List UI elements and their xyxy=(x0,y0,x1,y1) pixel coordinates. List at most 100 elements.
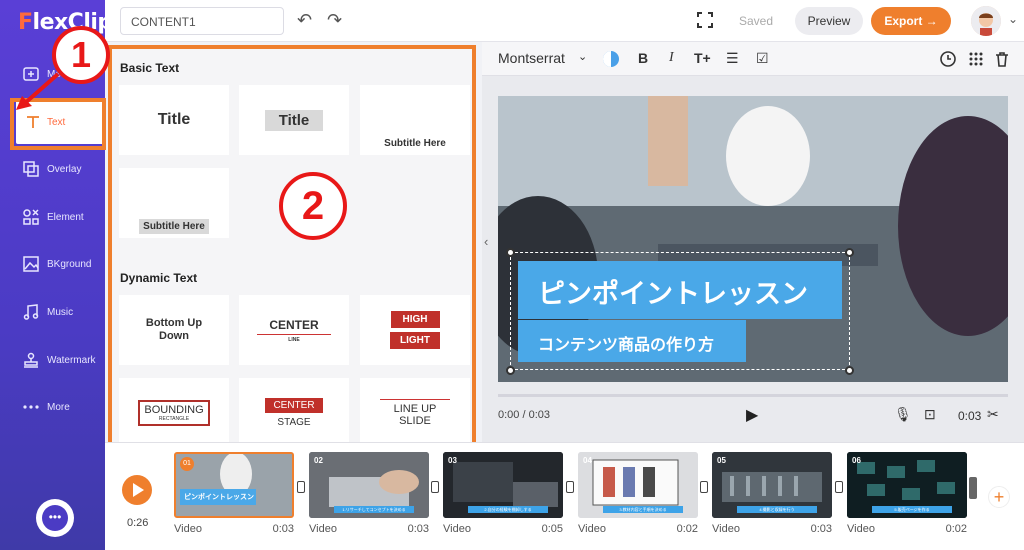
preview-button[interactable]: Preview xyxy=(795,7,863,35)
sidebar-item-label: More xyxy=(47,401,70,413)
template-label: Title xyxy=(264,109,324,131)
resize-handle[interactable] xyxy=(506,366,515,375)
clip-duration: 0:02 xyxy=(945,523,967,535)
clip-label: Video xyxy=(309,523,337,535)
template-label: BOUNDING xyxy=(144,404,204,416)
font-select[interactable]: Montserrat xyxy=(498,50,565,66)
text-template-line-up[interactable]: LINE UP SLIDE xyxy=(360,378,470,448)
text-template-center-line[interactable]: CENTER LINE xyxy=(239,295,349,365)
clip-number: 05 xyxy=(717,456,726,465)
text-template-bounding[interactable]: BOUNDING RECTANGLE xyxy=(119,378,229,448)
clip-info: Video 0:03 xyxy=(309,523,429,535)
divider xyxy=(257,333,331,335)
redo-icon[interactable]: ↷ xyxy=(327,10,342,31)
chat-button[interactable]: ••• xyxy=(36,499,74,537)
element-icon xyxy=(23,209,39,225)
timeline-clip-1[interactable]: 01 ピンポイントレッスン xyxy=(174,452,294,518)
format-toolbar: Montserrat ⌄ B I T+ ☰ ☑ xyxy=(482,42,1024,76)
text-template-title[interactable]: Title xyxy=(119,85,229,155)
text-template-subtitle-boxed[interactable]: Subtitle Here xyxy=(119,168,229,238)
color-icon[interactable] xyxy=(602,50,620,68)
timeline-clip-4[interactable]: 04 3.教材内容と手順を決める xyxy=(578,452,698,518)
sidebar-item-bkground[interactable]: BKground xyxy=(0,242,105,286)
timeline-clip-3[interactable]: 03 2.自分の経験を棚卸しする xyxy=(443,452,563,518)
bounding-box: BOUNDING RECTANGLE xyxy=(138,400,210,426)
template-label: CENTER xyxy=(269,317,319,332)
sidebar-item-watermark[interactable]: Watermark xyxy=(0,338,105,382)
scissors-icon[interactable]: ✂ xyxy=(987,406,999,423)
chevron-down-icon[interactable]: ⌄ xyxy=(1008,12,1018,26)
template-sublabel: LINE xyxy=(288,336,300,343)
clip-duration: 0:02 xyxy=(676,523,698,535)
template-sublabel: RECTANGLE xyxy=(158,416,190,422)
total-duration: 0:26 xyxy=(127,517,149,529)
resize-handle[interactable] xyxy=(506,248,515,257)
annotation-step-2: 2 xyxy=(279,172,347,240)
clip-caption: 2.自分の経験を棚卸しする xyxy=(468,506,548,513)
progress-track[interactable] xyxy=(498,394,1008,397)
scroll-handle[interactable] xyxy=(969,477,977,499)
microphone-icon[interactable]: 🎙 xyxy=(894,406,912,423)
clip-number: 06 xyxy=(852,456,861,465)
text-template-title-boxed[interactable]: Title xyxy=(239,85,349,155)
clip-number: 03 xyxy=(448,456,457,465)
grid-icon[interactable] xyxy=(968,51,984,67)
play-icon[interactable]: ▶ xyxy=(746,405,758,425)
edit-box-icon[interactable]: ☑ xyxy=(756,50,769,67)
timeline: 0:26 01 ピンポイントレッスン Video 0:03 02 1.リサーチして… xyxy=(105,442,1024,550)
sidebar-item-more[interactable]: More xyxy=(0,385,105,429)
video-preview[interactable]: ピンポイントレッスン コンテンツ商品の作り方 xyxy=(498,96,1008,382)
template-sublabel: STAGE xyxy=(277,417,311,428)
clip-caption: 3.教材内容と手順を決める xyxy=(603,506,683,513)
clip-caption: 1.リサーチしてコンセプトを決める xyxy=(334,506,414,513)
text-template-highlight[interactable]: HIGH LIGHT xyxy=(360,295,470,365)
sidebar-item-overlay[interactable]: Overlay xyxy=(0,147,105,191)
add-clip-button[interactable]: + xyxy=(988,486,1010,508)
text-panel: Basic Text Title Title Subtitle Here Sub… xyxy=(108,45,476,448)
sidebar-item-label: Element xyxy=(47,211,84,223)
fullscreen-icon[interactable] xyxy=(697,12,713,28)
trim-icon[interactable]: ⊡ xyxy=(924,406,936,423)
undo-icon[interactable]: ↶ xyxy=(297,10,312,31)
clip-duration: 0:03 xyxy=(407,523,429,535)
timeline-clip-6[interactable]: 06 5.販売ページを作る xyxy=(847,452,967,518)
clip-info: Video 0:03 xyxy=(174,523,294,535)
transition-icon[interactable] xyxy=(431,481,439,493)
clock-icon[interactable] xyxy=(940,51,956,67)
clip-number: 02 xyxy=(314,456,323,465)
transition-icon[interactable] xyxy=(297,481,305,493)
clip-caption: 5.販売ページを作る xyxy=(872,506,952,513)
timeline-play-button[interactable] xyxy=(122,475,152,505)
text-size-button[interactable]: T+ xyxy=(694,50,711,66)
transition-icon[interactable] xyxy=(566,481,574,493)
clip-duration: 0:05 xyxy=(541,523,563,535)
export-button[interactable]: Export → xyxy=(871,7,951,35)
text-template-bottom-up[interactable]: Bottom Up Down xyxy=(119,295,229,365)
clip-duration: 0:03 xyxy=(810,523,832,535)
transition-icon[interactable] xyxy=(700,481,708,493)
clip-caption: 4.撮影と収録を行う xyxy=(737,506,817,513)
resize-handle[interactable] xyxy=(845,366,854,375)
resize-handle[interactable] xyxy=(845,248,854,257)
collapse-panel-icon[interactable]: ‹ xyxy=(484,234,488,249)
transition-icon[interactable] xyxy=(835,481,843,493)
text-template-subtitle[interactable]: Subtitle Here xyxy=(360,85,470,155)
align-icon[interactable]: ☰ xyxy=(726,50,739,67)
bold-button[interactable]: B xyxy=(638,50,648,66)
sidebar-item-music[interactable]: Music xyxy=(0,290,105,334)
avatar[interactable] xyxy=(971,6,1001,36)
text-template-center-stage[interactable]: CENTER STAGE xyxy=(239,378,349,448)
template-label: Title xyxy=(157,111,191,128)
project-name-input[interactable]: CONTENT1 xyxy=(120,7,284,35)
italic-button[interactable]: I xyxy=(669,50,674,66)
clip-label: Video xyxy=(712,523,740,535)
trash-icon[interactable] xyxy=(994,51,1010,67)
saved-status: Saved xyxy=(738,14,774,28)
timeline-clip-5[interactable]: 05 4.撮影と収録を行う xyxy=(712,452,832,518)
chevron-down-icon[interactable]: ⌄ xyxy=(578,50,587,63)
editor-area: Montserrat ⌄ B I T+ ☰ ☑ ‹ ピンポイントレッスン コンテ… xyxy=(482,42,1024,442)
clip-label: Video xyxy=(174,523,202,535)
timeline-clip-2[interactable]: 02 1.リサーチしてコンセプトを決める xyxy=(309,452,429,518)
sidebar-item-element[interactable]: Element xyxy=(0,195,105,239)
top-toolbar: CONTENT1 ↶ ↷ Saved Preview Export → ⌄ xyxy=(105,0,1024,42)
